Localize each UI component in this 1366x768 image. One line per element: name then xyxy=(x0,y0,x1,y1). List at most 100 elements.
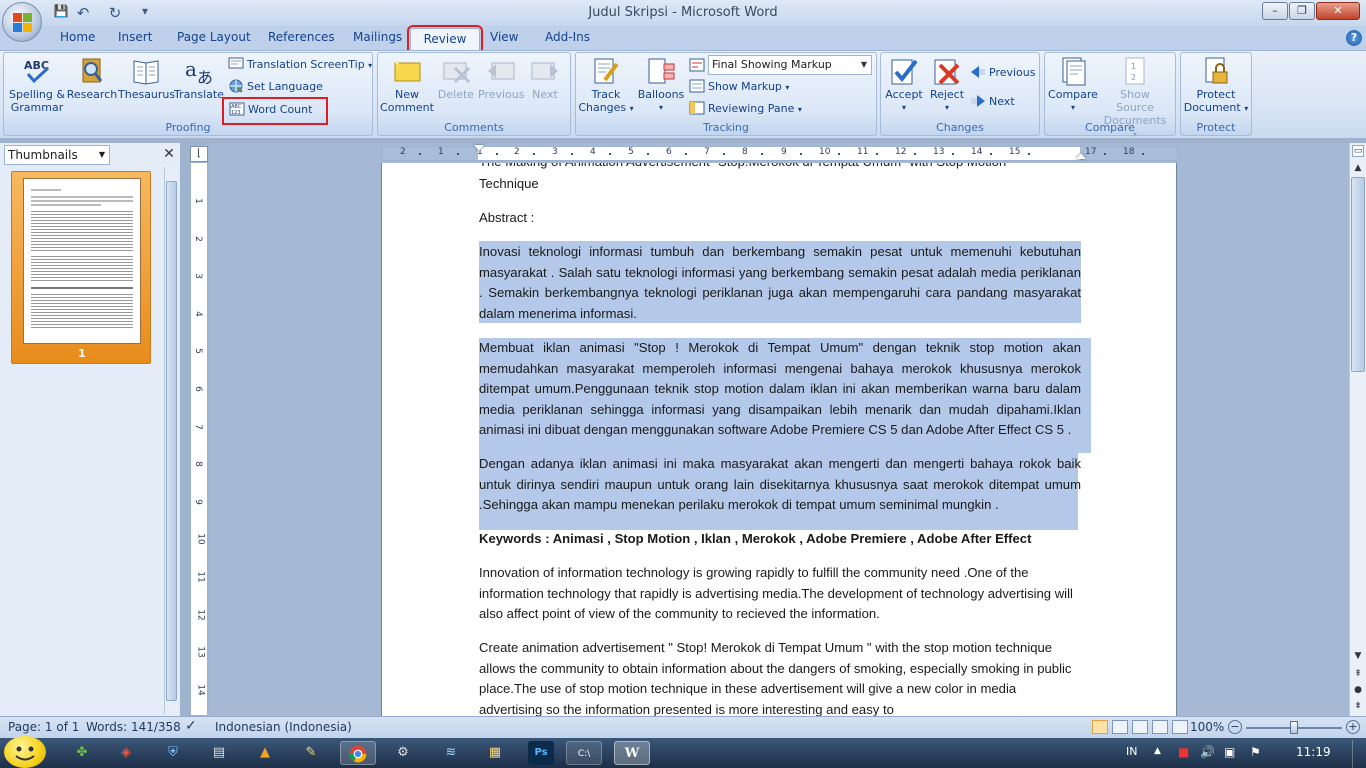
document-scrollbar[interactable]: ▭ ▲ ▼ ⇞ ● ⇟ xyxy=(1349,143,1366,716)
taskbar-app-icon[interactable]: ◈ xyxy=(113,741,139,765)
word-taskbar-icon[interactable]: W xyxy=(614,741,650,765)
taskbar-app-icon[interactable]: ▦ xyxy=(482,741,508,765)
page-count[interactable]: Page: 1 of 1 xyxy=(8,720,79,734)
tray-app-icon[interactable]: ■ xyxy=(1178,745,1189,759)
accept-button[interactable]: Accept ▾ xyxy=(882,56,926,114)
redo-icon[interactable]: ↻ xyxy=(106,4,124,22)
tab-insert[interactable]: Insert xyxy=(118,30,152,48)
zoom-slider-thumb[interactable] xyxy=(1290,721,1298,734)
tab-references[interactable]: References xyxy=(268,30,335,48)
taskbar-app-icon[interactable]: ⛨ xyxy=(160,741,186,765)
browse-object-icon[interactable]: ● xyxy=(1351,683,1365,697)
previous-change-button[interactable]: Previous xyxy=(970,64,1036,82)
zoom-out-icon[interactable]: − xyxy=(1228,720,1242,734)
taskbar-app-icon[interactable]: ▤ xyxy=(206,741,232,765)
next-change-button[interactable]: Next xyxy=(970,93,1015,111)
volume-icon[interactable]: 🔊 xyxy=(1200,745,1215,759)
navigation-view-select[interactable]: Thumbnails ▼ xyxy=(4,145,110,165)
show-desktop-button[interactable] xyxy=(1352,740,1366,768)
restore-button[interactable]: ❐ xyxy=(1289,2,1315,20)
thesaurus-button[interactable]: Thesaurus xyxy=(118,56,175,101)
taskbar-app-icon[interactable]: ⚙ xyxy=(390,741,416,765)
thumbnails-scrollbar[interactable] xyxy=(164,167,178,714)
scroll-down-icon[interactable]: ▼ xyxy=(1351,649,1365,663)
photoshop-taskbar-icon[interactable]: Ps xyxy=(528,741,554,765)
ruler-number: 2 xyxy=(514,147,520,157)
taskbar-app-icon[interactable]: ✤ xyxy=(69,741,95,765)
print-layout-icon[interactable] xyxy=(1092,720,1108,734)
tab-selector[interactable]: ⌊ xyxy=(190,146,208,162)
balloons-button[interactable]: Balloons ▾ xyxy=(636,56,686,114)
delete-comment-button[interactable]: Delete xyxy=(434,56,478,101)
action-center-icon[interactable]: ⚑ xyxy=(1250,745,1261,759)
vruler-number: 13 xyxy=(195,646,206,658)
chrome-taskbar-icon[interactable] xyxy=(340,741,376,765)
previous-page-icon[interactable]: ⇞ xyxy=(1351,667,1365,681)
draft-icon[interactable] xyxy=(1172,720,1188,734)
ruler-number: 7 xyxy=(704,147,710,157)
zoom-level[interactable]: 100% xyxy=(1190,720,1224,734)
scroll-thumb[interactable] xyxy=(1351,177,1365,372)
word-count-status[interactable]: Words: 141/358 xyxy=(86,720,181,734)
spelling-grammar-button[interactable]: ABC Spelling & Grammar xyxy=(8,56,66,114)
show-hidden-icons[interactable]: ▲ xyxy=(1154,746,1161,756)
tab-add-ins[interactable]: Add-Ins xyxy=(545,30,590,48)
tab-review[interactable]: Review xyxy=(407,25,483,53)
next-page-icon[interactable]: ⇟ xyxy=(1351,699,1365,713)
input-language[interactable]: IN xyxy=(1126,745,1137,758)
office-button[interactable] xyxy=(2,2,42,42)
web-layout-icon[interactable] xyxy=(1132,720,1148,734)
compare-button[interactable]: Compare ▾ xyxy=(1046,56,1100,114)
reviewing-pane-button[interactable]: Reviewing Pane ▾ xyxy=(689,100,802,118)
help-icon[interactable]: ? xyxy=(1346,30,1362,46)
horizontal-ruler[interactable]: 2 1 1 2 3 4 5 6 7 8 9 10 11 12 13 14 15 17 18 xyxy=(381,145,1178,161)
display-for-review-value: Final Showing Markup xyxy=(712,58,832,71)
track-changes-button[interactable]: Track Changes ▾ xyxy=(578,56,634,115)
save-icon[interactable]: 💾 xyxy=(52,4,70,20)
split-icon[interactable]: ▭ xyxy=(1352,145,1364,157)
tab-view[interactable]: View xyxy=(490,30,518,48)
proofing-errors-icon[interactable]: ✓ xyxy=(185,718,197,734)
scroll-up-icon[interactable]: ▲ xyxy=(1351,161,1365,175)
protect-document-button[interactable]: Protect Document ▾ xyxy=(1182,56,1250,115)
cmd-taskbar-icon[interactable]: C:\ xyxy=(566,741,602,765)
right-indent-marker[interactable] xyxy=(1076,153,1086,159)
reject-button[interactable]: Reject ▾ xyxy=(926,56,968,114)
tab-mailings[interactable]: Mailings xyxy=(353,30,402,48)
tab-page-layout[interactable]: Page Layout xyxy=(177,30,251,48)
translate-button[interactable]: aあ Translate xyxy=(174,56,224,101)
vertical-ruler[interactable]: 12345678910111213141516 xyxy=(190,163,208,768)
language-status[interactable]: Indonesian (Indonesia) xyxy=(215,720,352,734)
document-page[interactable]: The Making of Animation Advertisement "S… xyxy=(381,163,1177,716)
set-language-button[interactable]: Set Language xyxy=(228,78,323,96)
taskbar-app-icon[interactable]: ≋ xyxy=(438,741,464,765)
taskbar-app-icon[interactable]: ▲ xyxy=(252,741,278,765)
changes-group-label: Changes xyxy=(936,121,984,134)
start-button[interactable] xyxy=(4,736,46,768)
doc-title-line2: Technique xyxy=(479,176,539,191)
close-pane-icon[interactable]: ✕ xyxy=(162,146,176,162)
display-for-review-select[interactable]: Final Showing Markup ▼ xyxy=(708,55,872,75)
network-icon[interactable]: ▣ xyxy=(1224,745,1235,759)
undo-icon[interactable]: ↶ xyxy=(74,4,92,22)
previous-comment-button[interactable]: Previous xyxy=(478,56,525,101)
page-thumbnail[interactable]: 1 xyxy=(11,171,151,364)
taskbar-app-icon[interactable]: ✎ xyxy=(298,741,324,765)
close-button[interactable]: ✕ xyxy=(1316,2,1360,20)
new-comment-icon xyxy=(394,61,421,82)
outline-icon[interactable] xyxy=(1152,720,1168,734)
translation-screentip-button[interactable]: Translation ScreenTip ▾ xyxy=(228,56,372,74)
new-comment-button[interactable]: New Comment xyxy=(380,56,434,114)
tab-home[interactable]: Home xyxy=(60,30,95,48)
clock[interactable]: 11:19 xyxy=(1296,745,1331,759)
minimize-button[interactable]: – xyxy=(1262,2,1288,20)
customize-toolbar-icon[interactable]: ▾ xyxy=(136,4,154,20)
translate-label: Translate xyxy=(174,88,224,101)
first-line-indent-marker[interactable] xyxy=(474,145,484,151)
research-button[interactable]: Research xyxy=(66,56,118,101)
abstract-paragraph-2: Membuat iklan animasi "Stop ! Merokok di… xyxy=(479,340,1081,438)
zoom-in-icon[interactable]: + xyxy=(1346,720,1360,734)
full-screen-reading-icon[interactable] xyxy=(1112,720,1128,734)
show-markup-button[interactable]: Show Markup ▾ xyxy=(689,78,789,96)
next-comment-button[interactable]: Next xyxy=(524,56,566,101)
